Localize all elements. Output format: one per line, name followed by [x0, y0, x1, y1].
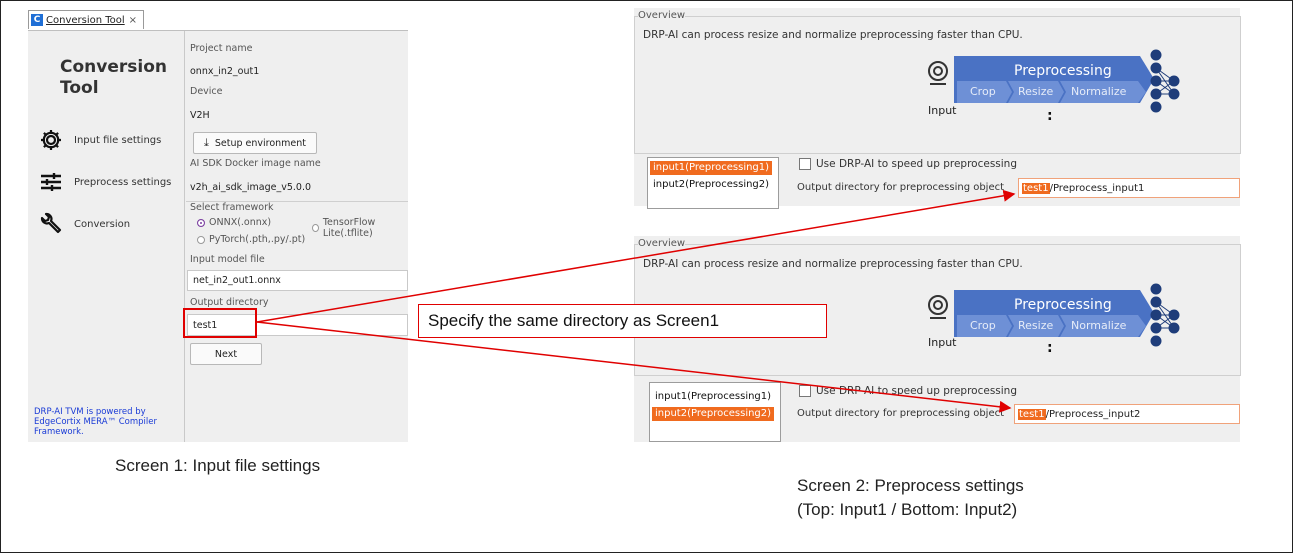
annotation-arrows	[256, 189, 1016, 413]
arrow-to-top-output	[256, 189, 1016, 323]
callout-note: Specify the same directory as Screen1	[418, 304, 827, 338]
